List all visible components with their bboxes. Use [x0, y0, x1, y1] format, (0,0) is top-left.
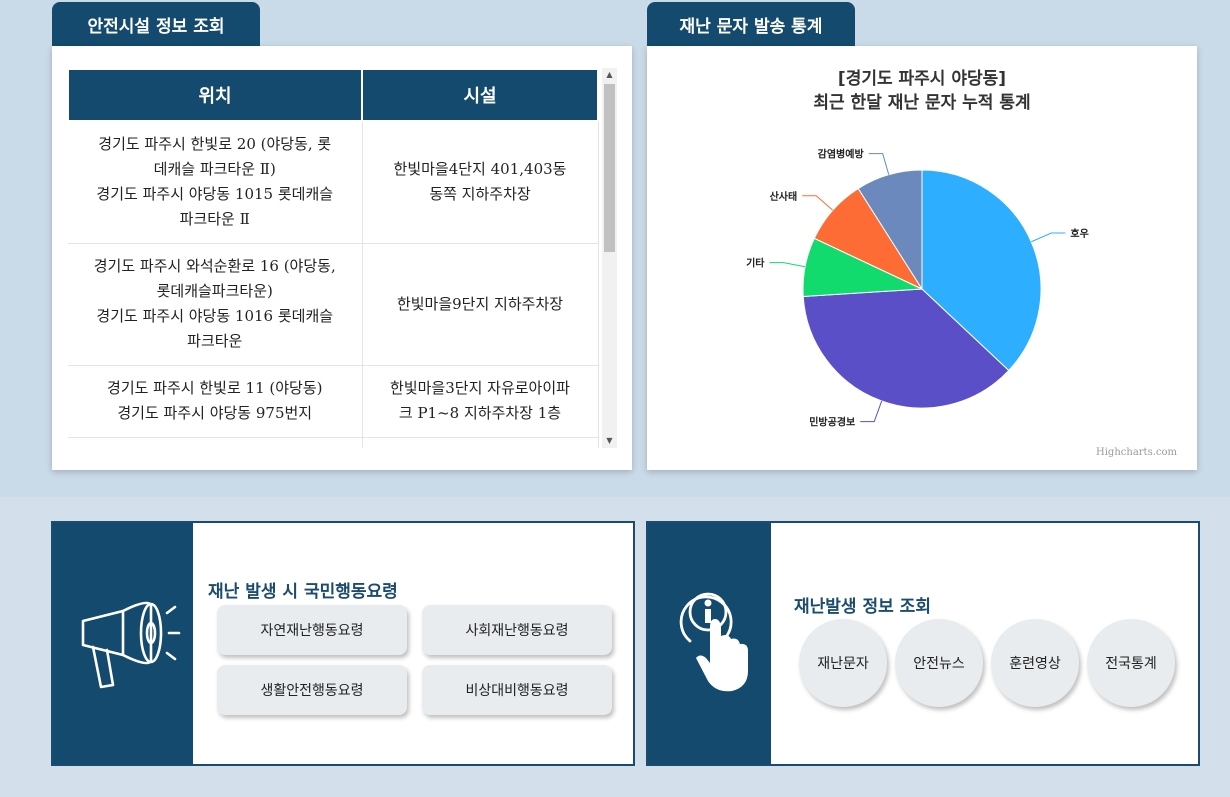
location-line: 파크타운 — [187, 332, 243, 350]
facility-line: 한빛마을3단지 자유로아이파 — [390, 379, 570, 397]
location-line: 경기도 파주시 한빛로 20 (야당동, 롯 — [98, 135, 332, 154]
pie-label-2: 기타 — [746, 257, 765, 270]
pie-connector-0 — [1031, 232, 1066, 243]
table-scrollbar[interactable]: ▲ ▼ — [602, 68, 617, 448]
pie-label-3: 산사태 — [770, 190, 798, 203]
guide-card: 재난 발생 시 국민행동요령 자연재난행동요령 사회재난행동요령 생활안전행동요… — [51, 521, 635, 766]
pie-connector-1 — [860, 400, 883, 423]
disaster-message-button[interactable]: 재난문자 — [799, 619, 887, 707]
chart-credit[interactable]: Highcharts.com — [1096, 447, 1177, 458]
location-cell: 경기도 파주시 와석순환로 16 (야당동, 롯데캐슬파크타운) 경기도 파주시… — [68, 243, 363, 366]
scroll-up-icon[interactable]: ▲ — [602, 68, 617, 82]
stats-panel: [경기도 파주시 야당동] 최근 한달 재난 문자 누적 통계 호우 민방공경보 기… — [647, 46, 1197, 470]
guide-card-side — [53, 523, 193, 764]
facility-cell: 한빛마을9단지 지하주차장 — [362, 243, 599, 366]
facility-line: 한빛마을4단지 401,403동 — [393, 160, 567, 179]
location-cell: 경기도 파주시 한빛로 11 (야당동) 경기도 파주시 야당동 975번지 — [68, 365, 363, 438]
national-stats-button[interactable]: 전국통계 — [1087, 619, 1175, 707]
pie-connector-2 — [769, 262, 806, 268]
safety-tab[interactable]: 안전시설 정보 조회 — [52, 2, 260, 46]
facility-line: 크 P1~8 지하주차장 1층 — [398, 404, 562, 422]
column-header-location: 위치 — [67, 68, 363, 122]
natural-disaster-guide-button[interactable]: 자연재난행동요령 — [217, 605, 407, 655]
table-row[interactable]: 경기도 파주시 와석순환로 16 (야당동, 롯데캐슬파크타운) 경기도 파주시… — [68, 243, 599, 366]
emergency-guide-button[interactable]: 비상대비행동요령 — [422, 665, 612, 715]
megaphone-icon — [81, 601, 181, 689]
guide-title: 재난 발생 시 국민행동요령 — [208, 582, 398, 602]
column-header-facility: 시설 — [361, 68, 599, 122]
social-disaster-guide-button[interactable]: 사회재난행동요령 — [422, 605, 612, 655]
facility-cell: 한빛마을4단지 401,403동 동쪽 지하주차장 — [362, 121, 599, 244]
training-video-button[interactable]: 훈련영상 — [991, 619, 1079, 707]
pie-label-0: 호우 — [1070, 227, 1088, 240]
pie-chart: 호우민방공경보 기타 산사태 감염병예방 — [746, 148, 1089, 429]
life-safety-guide-button[interactable]: 생활안전행동요령 — [217, 665, 407, 715]
location-line: 경기도 파주시 야당동 975번지 — [117, 404, 313, 422]
scroll-down-icon[interactable]: ▼ — [602, 434, 617, 448]
table-row[interactable] — [68, 437, 599, 448]
facility-table-wrap: 위치 시설 경기도 파주시 한빛로 20 (야당동, 롯 데캐슬 파크타운 Ⅱ)… — [67, 68, 615, 448]
safety-panel: 위치 시설 경기도 파주시 한빛로 20 (야당동, 롯 데캐슬 파크타운 Ⅱ)… — [52, 46, 632, 470]
table-row[interactable]: 경기도 파주시 한빛로 20 (야당동, 롯 데캐슬 파크타운 Ⅱ) 경기도 파… — [68, 121, 599, 244]
pie-connector-4 — [868, 153, 890, 175]
facility-cell: 한빛마을3단지 자유로아이파 크 P1~8 지하주차장 1층 — [362, 365, 599, 438]
pie-connector-3 — [802, 195, 834, 211]
location-line: 파크타운 Ⅱ — [179, 210, 250, 229]
table-row[interactable]: 경기도 파주시 한빛로 11 (야당동) 경기도 파주시 야당동 975번지 한… — [68, 365, 599, 438]
info-card: 재난발생 정보 조회 재난문자 안전뉴스 훈련영상 전국통계 — [646, 521, 1200, 766]
location-cell: 경기도 파주시 한빛로 20 (야당동, 롯 데캐슬 파크타운 Ⅱ) 경기도 파… — [68, 121, 363, 244]
info-title: 재난발생 정보 조회 — [794, 597, 931, 617]
location-line: 경기도 파주시 한빛로 11 (야당동) — [107, 379, 323, 397]
info-card-side — [648, 523, 771, 764]
scroll-thumb[interactable] — [604, 84, 615, 252]
location-line: 경기도 파주시 야당동 1016 롯데캐슬 — [96, 307, 334, 325]
location-line: 롯데캐슬파크타운) — [156, 282, 273, 300]
facility-line: 한빛마을9단지 지하주차장 — [396, 294, 564, 313]
pie-label-4: 감염병예방 — [818, 148, 865, 161]
pie-label-1: 민방공경보 — [809, 416, 855, 429]
location-line: 데캐슬 파크타운 Ⅱ) — [153, 160, 276, 179]
facility-table: 위치 시설 경기도 파주시 한빛로 20 (야당동, 롯 데캐슬 파크타운 Ⅱ)… — [67, 68, 599, 448]
facility-line: 동쪽 지하주차장 — [429, 185, 531, 204]
info-touch-icon — [679, 592, 748, 692]
location-line: 경기도 파주시 야당동 1015 롯데캐슬 — [96, 185, 334, 204]
location-line: 경기도 파주시 와석순환로 16 (야당동, — [93, 257, 336, 275]
safety-news-button[interactable]: 안전뉴스 — [895, 619, 983, 707]
stats-tab[interactable]: 재난 문자 발송 통계 — [647, 2, 855, 46]
